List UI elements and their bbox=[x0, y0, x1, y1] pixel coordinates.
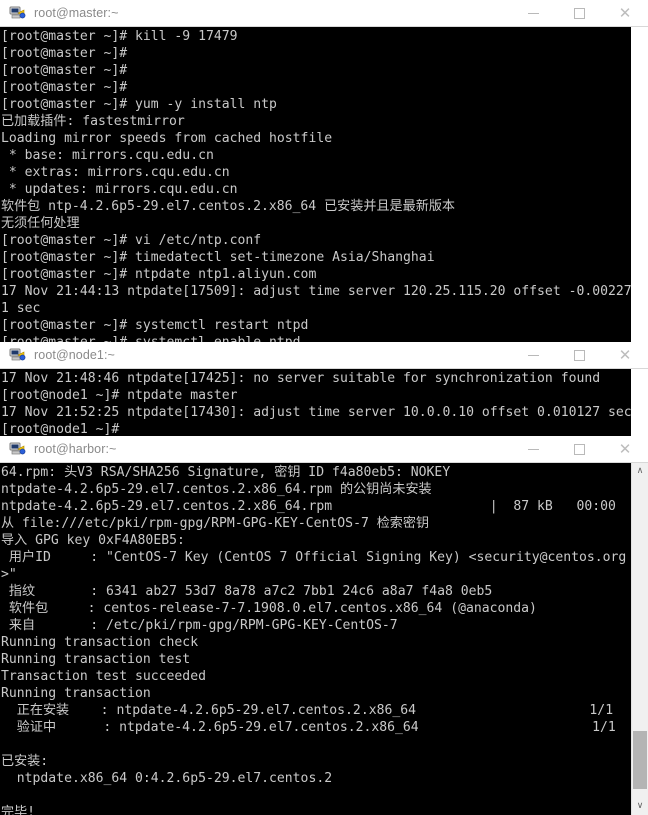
maximize-icon bbox=[573, 443, 585, 455]
minimize-button-master[interactable] bbox=[510, 0, 556, 26]
terminal-window-harbor[interactable]: root@harbor:~ ✕ 64.rpm: 头V3 RSA/SHA256 S… bbox=[0, 436, 648, 815]
terminal-line: 已加载插件: fastestmirror bbox=[1, 114, 185, 129]
putty-computer-icon bbox=[9, 347, 26, 363]
titlebar-left-node1: root@node1:~ bbox=[0, 347, 510, 363]
maximize-button-node1[interactable] bbox=[556, 342, 602, 368]
window-title-node1: root@node1:~ bbox=[34, 348, 115, 362]
window-controls-master: ✕ bbox=[510, 0, 648, 26]
close-button-master[interactable]: ✕ bbox=[602, 0, 648, 26]
terminal-line: 已安装: bbox=[1, 754, 49, 769]
terminal-line: >" bbox=[1, 567, 17, 582]
terminal-line: Transaction test succeeded bbox=[1, 669, 206, 684]
terminal-line: 导入 GPG key 0xF4A80EB5: bbox=[1, 533, 185, 548]
terminal-line: 17 Nov 21:52:25 ntpdate[17430]: adjust t… bbox=[1, 405, 631, 420]
terminal-line: [root@master ~]# kill -9 17479 bbox=[1, 29, 238, 44]
maximize-icon bbox=[573, 7, 585, 19]
terminal-text-master: [root@master ~]# kill -9 17479 [root@mast… bbox=[0, 27, 631, 342]
minimize-icon bbox=[527, 12, 539, 14]
terminal-line: Loading mirror speeds from cached hostfi… bbox=[1, 131, 333, 146]
terminal-line: [root@master ~]# systemctl restart ntpd bbox=[1, 318, 309, 333]
scrollbar-down-arrow-icon[interactable]: ∨ bbox=[632, 798, 648, 815]
titlebar-harbor[interactable]: root@harbor:~ ✕ bbox=[0, 436, 648, 463]
scrollbar-thumb[interactable] bbox=[633, 731, 647, 789]
window-title-master: root@master:~ bbox=[34, 6, 119, 20]
titlebar-master[interactable]: root@master:~ ✕ bbox=[0, 0, 648, 27]
minimize-icon bbox=[527, 354, 539, 356]
minimize-button-node1[interactable] bbox=[510, 342, 556, 368]
maximize-button-harbor[interactable] bbox=[556, 436, 602, 462]
titlebar-left-harbor: root@harbor:~ bbox=[0, 441, 510, 457]
terminal-line: * base: mirrors.cqu.edu.cn bbox=[1, 148, 214, 163]
terminal-line: 从 file:///etc/pki/rpm-gpg/RPM-GPG-KEY-Ce… bbox=[1, 516, 430, 531]
terminal-line: Running transaction check bbox=[1, 635, 199, 650]
terminal-line: 用户ID : "CentOS-7 Key (CentOS 7 Official … bbox=[1, 550, 627, 565]
window-title-harbor: root@harbor:~ bbox=[34, 442, 117, 456]
terminal-line: ntpdate-4.2.6p5-29.el7.centos.2.x86_64.r… bbox=[1, 499, 616, 514]
terminal-line: 完毕! bbox=[1, 805, 36, 815]
terminal-scrollbar-harbor[interactable]: ∧ ∨ bbox=[631, 463, 648, 815]
terminal-line: ntpdate-4.2.6p5-29.el7.centos.2.x86_64.r… bbox=[1, 482, 432, 497]
minimize-icon bbox=[527, 448, 539, 450]
terminal-line: Running transaction test bbox=[1, 652, 191, 667]
terminal-line: [root@node1 ~]# ntpdate master bbox=[1, 388, 238, 403]
window-controls-node1: ✕ bbox=[510, 342, 648, 368]
maximize-button-master[interactable] bbox=[556, 0, 602, 26]
terminal-scrollbar-node1[interactable] bbox=[631, 369, 648, 437]
terminal-line: 来自 : /etc/pki/rpm-gpg/RPM-GPG-KEY-CentOS… bbox=[1, 618, 398, 633]
terminal-line: [root@master ~]# timedatectl set-timezon… bbox=[1, 250, 435, 265]
minimize-button-harbor[interactable] bbox=[510, 436, 556, 462]
terminal-window-node1[interactable]: root@node1:~ ✕ 17 Nov 21:48:46 ntpdate[1… bbox=[0, 342, 648, 437]
terminal-line: 验证中 : ntpdate-4.2.6p5-29.el7.centos.2.x8… bbox=[1, 720, 616, 735]
terminal-line: [root@node1 ~]# bbox=[1, 422, 120, 437]
terminal-line: [root@master ~]# bbox=[1, 63, 128, 78]
close-button-harbor[interactable]: ✕ bbox=[602, 436, 648, 462]
terminal-line: 正在安装 : ntpdate-4.2.6p5-29.el7.centos.2.x… bbox=[1, 703, 614, 718]
terminal-line: Running transaction bbox=[1, 686, 151, 701]
titlebar-left-master: root@master:~ bbox=[0, 5, 510, 21]
terminal-line: 17 Nov 21:44:13 ntpdate[17509]: adjust t… bbox=[1, 284, 631, 299]
terminal-line: 17 Nov 21:48:46 ntpdate[17425]: no serve… bbox=[1, 371, 601, 386]
terminal-text-node1: 17 Nov 21:48:46 ntpdate[17425]: no serve… bbox=[0, 369, 631, 437]
terminal-scrollbar-master[interactable] bbox=[631, 27, 648, 342]
terminal-line: [root@master ~]# ntpdate ntp1.aliyun.com bbox=[1, 267, 317, 282]
putty-computer-icon bbox=[9, 441, 26, 457]
terminal-window-master[interactable]: root@master:~ ✕ [root@master ~]# kill -9… bbox=[0, 0, 648, 342]
close-icon: ✕ bbox=[618, 345, 632, 364]
window-controls-harbor: ✕ bbox=[510, 436, 648, 462]
terminal-line: [root@master ~]# bbox=[1, 80, 128, 95]
terminal-line: 1 sec bbox=[1, 301, 41, 316]
terminal-line: * updates: mirrors.cqu.edu.cn bbox=[1, 182, 238, 197]
terminal-line: [root@master ~]# yum -y install ntp bbox=[1, 97, 277, 112]
terminal-line: 无须任何处理 bbox=[1, 216, 80, 231]
close-icon: ✕ bbox=[618, 3, 632, 22]
terminal-line: [root@master ~]# systemctl enable ntpd bbox=[1, 334, 631, 342]
terminal-text-harbor: 64.rpm: 头V3 RSA/SHA256 Signature, 密钥 ID … bbox=[0, 463, 631, 815]
maximize-icon bbox=[573, 349, 585, 361]
close-button-node1[interactable]: ✕ bbox=[602, 342, 648, 368]
close-icon: ✕ bbox=[618, 439, 632, 458]
titlebar-node1[interactable]: root@node1:~ ✕ bbox=[0, 342, 648, 369]
terminal-line: [root@master ~]# bbox=[1, 46, 128, 61]
scrollbar-up-arrow-icon[interactable]: ∧ bbox=[632, 463, 648, 480]
terminal-line: ntpdate.x86_64 0:4.2.6p5-29.el7.centos.2 bbox=[1, 771, 333, 786]
terminal-line: 指纹 : 6341 ab27 53d7 8a78 a7c2 7bb1 24c6 … bbox=[1, 584, 493, 599]
terminal-output-master[interactable]: [root@master ~]# kill -9 17479 [root@mast… bbox=[0, 27, 648, 342]
terminal-line: * extras: mirrors.cqu.edu.cn bbox=[1, 165, 230, 180]
terminal-line: 64.rpm: 头V3 RSA/SHA256 Signature, 密钥 ID … bbox=[1, 465, 451, 480]
terminal-line: 软件包 ntp-4.2.6p5-29.el7.centos.2.x86_64 已… bbox=[1, 199, 456, 214]
putty-computer-icon bbox=[9, 5, 26, 21]
terminal-line: [root@master ~]# vi /etc/ntp.conf bbox=[1, 233, 262, 248]
terminal-output-harbor[interactable]: 64.rpm: 头V3 RSA/SHA256 Signature, 密钥 ID … bbox=[0, 463, 648, 815]
terminal-line: 软件包 : centos-release-7-7.1908.0.el7.cent… bbox=[1, 601, 537, 616]
terminal-output-node1[interactable]: 17 Nov 21:48:46 ntpdate[17425]: no serve… bbox=[0, 369, 648, 437]
